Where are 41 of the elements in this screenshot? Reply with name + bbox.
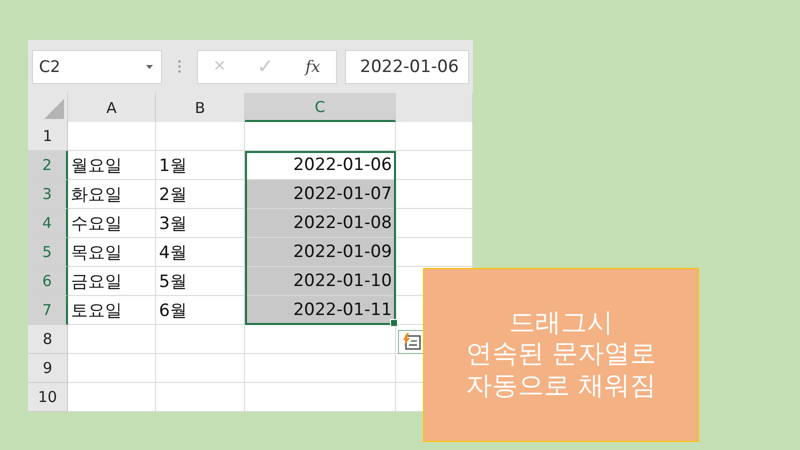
column-header[interactable]: C <box>245 93 396 122</box>
cell-text: 5월 <box>159 270 187 292</box>
cell-text: 2022-01-11 <box>293 300 392 320</box>
row-header[interactable]: 4 <box>28 209 68 238</box>
row-header[interactable]: 9 <box>28 354 68 383</box>
cell-text: 2022-01-08 <box>293 213 392 233</box>
row-header[interactable]: 7 <box>28 296 68 325</box>
cell-text: 수요일 <box>71 212 122 234</box>
name-box[interactable]: C2 <box>32 50 162 84</box>
row-header[interactable]: 3 <box>28 180 68 209</box>
column-header[interactable]: B <box>156 93 245 122</box>
cell-text: 1월 <box>159 154 187 176</box>
caret-icon <box>146 64 153 68</box>
corner-triangle-icon <box>44 99 64 119</box>
callout-text: 자동으로 채워짐 <box>466 370 656 402</box>
cell-text: 월요일 <box>71 154 122 176</box>
cell-text: 2월 <box>159 184 187 206</box>
formula-field[interactable]: 2022-01-06 <box>345 50 469 84</box>
row-header[interactable]: 10 <box>28 383 68 412</box>
row-header[interactable]: 1 <box>28 122 68 151</box>
row-header[interactable]: 5 <box>28 238 68 267</box>
fill-handle[interactable] <box>390 319 398 327</box>
row-header[interactable]: 2 <box>28 151 68 180</box>
cell-text: 목요일 <box>71 242 122 264</box>
cell-text: 3월 <box>159 212 187 234</box>
cell-text: 화요일 <box>71 184 122 206</box>
cell-text: 6월 <box>159 300 187 322</box>
row-header[interactable]: 8 <box>28 325 68 354</box>
cell-text: 2022-01-07 <box>293 184 392 204</box>
callout-text: 드래그시 <box>509 308 613 340</box>
cell-text: 토요일 <box>71 300 122 322</box>
insert-function-button[interactable]: fx <box>299 57 326 76</box>
cell-text: 2022-01-10 <box>293 271 392 291</box>
callout-text: 연속된 문자열로 <box>466 339 656 371</box>
grip-icon <box>178 60 181 73</box>
cell-text: 금요일 <box>71 270 122 292</box>
cell-text: 2022-01-06 <box>293 155 392 175</box>
cell-text: 4월 <box>159 242 187 264</box>
cell-text: 2022-01-09 <box>293 242 392 262</box>
column-header[interactable]: A <box>68 93 156 122</box>
row-header[interactable]: 6 <box>28 267 68 296</box>
